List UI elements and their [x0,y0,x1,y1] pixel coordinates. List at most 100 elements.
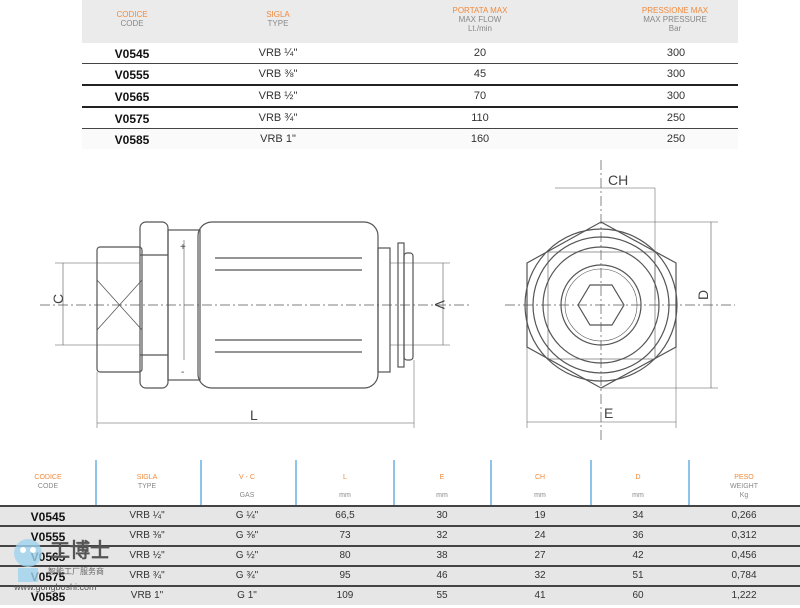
table-cell: 51 [632,570,644,581]
table-row: V0575 VRB ¾" 110 250 [82,108,738,129]
table-cell: 0,312 [731,530,757,541]
column-header: E [439,474,445,481]
column-unit: Kg [739,492,749,499]
column-unit: mm [436,492,448,499]
table-row: V0555 VRB ⅜" 45 300 [82,64,738,86]
table-cell: 66,5 [335,510,355,521]
table-cell: G ¾" [235,570,259,581]
dimensions-table: CODICE CODE SIGLA TYPE V - C GAS Lmm Emm CH mm Dmm… [0,458,800,605]
table-cell: 1,222 [731,590,757,601]
column-divider [590,460,592,505]
valve-technical-drawing: C V L CH D E + - [40,160,735,440]
table-cell: VRB ¾" [129,570,165,581]
table-cell: 109 [336,590,354,601]
type-cell: VRB ⅜" [258,68,298,80]
column-divider [295,460,297,505]
pressure-cell: 250 [666,112,686,124]
code-cell: V0555 [114,68,150,82]
table-row: V0545 VRB ¼" G ¼" 66,5 30 19 34 0,266 [0,505,800,525]
header-type: SIGLA TYPE [266,10,290,28]
column-header: D [635,474,641,481]
table-cell: G ½" [235,550,259,561]
code-cell: V0545 [114,47,150,61]
column-header: CODICE CODE [34,474,62,490]
dim-label-v: V [432,300,448,310]
table-cell: 38 [436,550,448,561]
code-cell: V0575 [114,112,150,126]
table-cell: 36 [632,530,644,541]
column-divider [200,460,202,505]
column-unit: GAS [239,492,255,499]
type-cell: VRB 1" [260,133,296,145]
table-cell: V0565 [30,550,66,564]
table-cell: V0575 [30,570,66,584]
flow-cell: 160 [470,133,490,145]
pressure-cell: 300 [666,90,686,102]
column-unit: mm [534,492,546,499]
table-cell: 24 [534,530,546,541]
table-header: CODICE CODE SIGLA TYPE V - C GAS Lmm Emm CH mm Dmm… [0,458,800,505]
table-cell: 34 [632,510,644,521]
dim-label-e: E [604,405,613,421]
table-cell: 30 [436,510,448,521]
table-row: V0575 VRB ¾" G ¾" 95 46 32 51 0,784 [0,565,800,585]
table-cell: 73 [339,530,351,541]
table-header: CODICE CODE SIGLA TYPE PORTATA MAX MAX FLOW… [82,0,738,43]
table-cell: VRB 1" [130,590,164,601]
table-row: V0585 VRB 1" G 1" 109 55 41 60 1,222 [0,585,800,605]
table-row: V0565 VRB ½" 70 300 [82,86,738,108]
header-flow: PORTATA MAX MAX FLOW Lt./min [452,6,508,33]
dim-label-ch: CH [608,172,628,188]
table-cell: V0585 [30,590,66,604]
table-cell: 55 [436,590,448,601]
flow-cell: 20 [473,47,487,59]
column-header: V - C [239,474,255,481]
pressure-cell: 250 [666,133,686,145]
table-cell: 0,784 [731,570,757,581]
table-cell: 41 [534,590,546,601]
table-cell: 80 [339,550,351,561]
table-cell: VRB ⅜" [129,530,165,541]
table-cell: 32 [534,570,546,581]
minus-sign: - [181,367,184,378]
pressure-cell: 300 [666,68,686,80]
flow-pressure-table: CODICE CODE SIGLA TYPE PORTATA MAX MAX FLOW… [82,0,738,149]
pressure-cell: 300 [666,47,686,59]
column-header: CH [534,474,546,481]
column-header: L [343,474,347,481]
column-divider [95,460,97,505]
column-divider [490,460,492,505]
column-header: SIGLA TYPE [136,474,158,490]
table-cell: VRB ½" [129,550,165,561]
table-cell: 95 [339,570,351,581]
column-divider [393,460,395,505]
side-view [40,221,470,428]
table-row: V0545 VRB ¼" 20 300 [82,43,738,64]
table-cell: V0555 [30,530,66,544]
table-cell: 19 [534,510,546,521]
table-cell: 60 [632,590,644,601]
table-cell: 46 [436,570,448,581]
header-code: CODICE CODE [116,10,148,28]
column-divider [688,460,690,505]
table-cell: 0,456 [731,550,757,561]
dim-label-d: D [695,290,711,300]
table-cell: G ¼" [235,510,259,521]
dim-label-c: C [50,294,66,304]
column-header: PESO WEIGHT [730,474,758,490]
table-cell: 32 [436,530,448,541]
plus-sign: + [180,242,186,253]
table-cell: G 1" [237,590,257,601]
type-cell: VRB ¾" [258,112,298,124]
table-cell: G ⅜" [235,530,259,541]
flow-cell: 110 [471,112,489,124]
table-cell: 0,266 [731,510,757,521]
table-cell: V0545 [30,510,66,524]
flow-cell: 45 [473,68,487,80]
table-cell: VRB ¼" [129,510,165,521]
header-pressure: PRESSIONE MAX MAX PRESSURE Bar [641,6,709,33]
table-row: V0565 VRB ½" G ½" 80 38 27 42 0,456 [0,545,800,565]
table-row: V0555 VRB ⅜" G ⅜" 73 32 24 36 0,312 [0,525,800,545]
dim-label-l: L [250,407,258,423]
type-cell: VRB ½" [258,90,298,102]
